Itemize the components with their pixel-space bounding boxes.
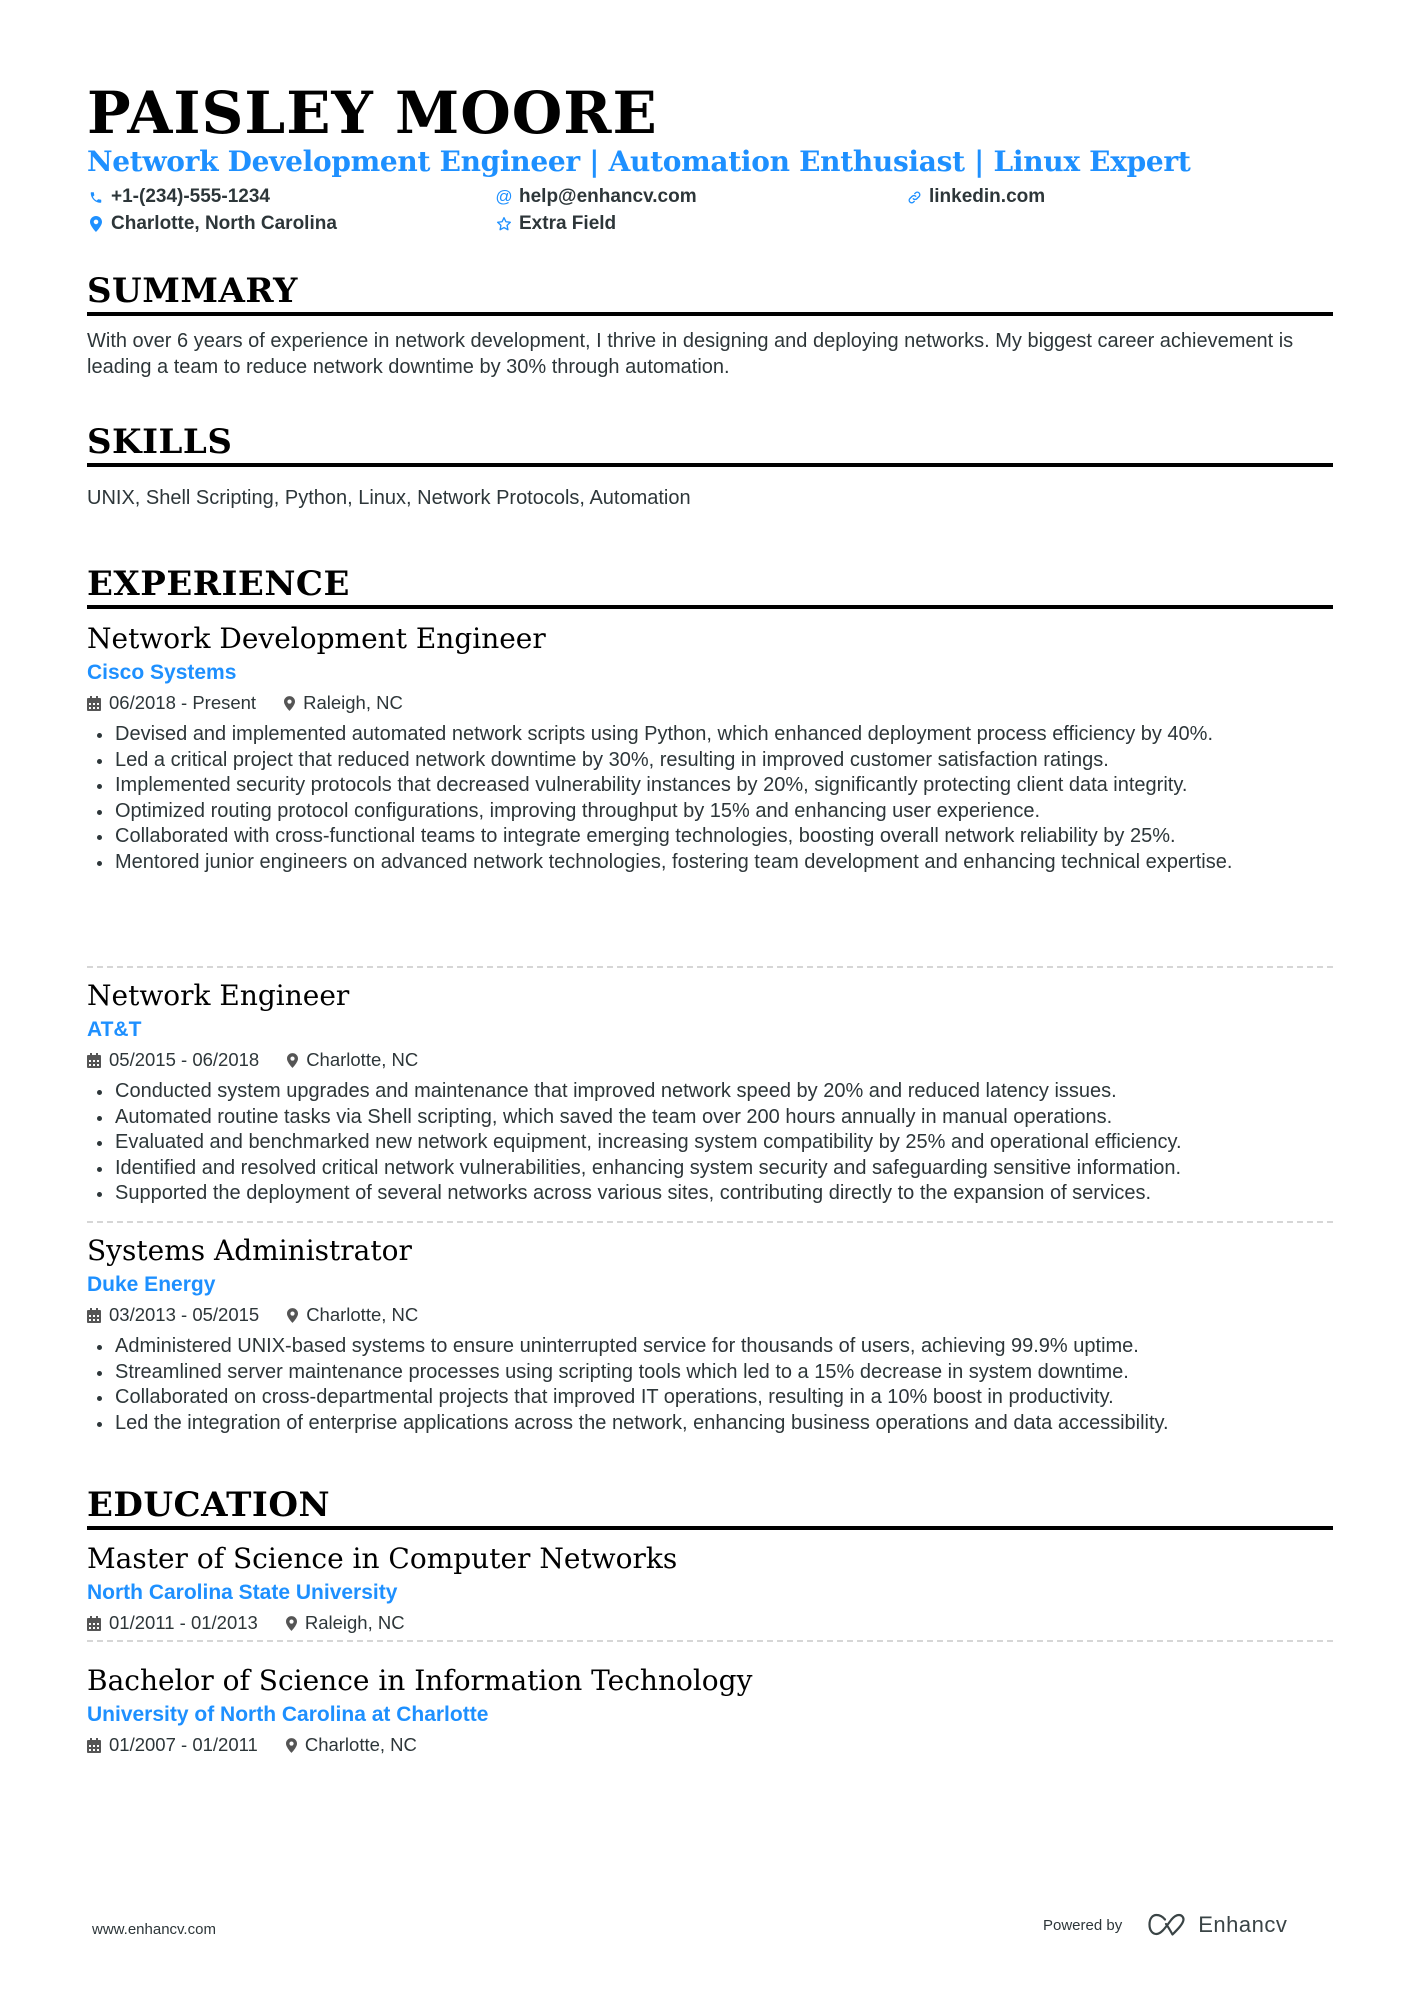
education-entry: Bachelor of Science in Information Techn… bbox=[87, 1662, 1333, 1760]
contact-email[interactable]: @ help@enhancv.com bbox=[495, 185, 697, 209]
contact-phone[interactable]: +1-(234)-555-1234 bbox=[87, 185, 270, 209]
website-text: linkedin.com bbox=[929, 186, 1046, 207]
bullet-item: Evaluated and benchmarked new network eq… bbox=[87, 1130, 1333, 1156]
calendar-icon bbox=[87, 1737, 101, 1753]
calendar-icon bbox=[87, 1615, 101, 1631]
candidate-name: PAISLEY MOORE bbox=[87, 79, 658, 147]
contact-location: Charlotte, North Carolina bbox=[87, 212, 337, 236]
footer-website-link[interactable]: www.enhancv.com bbox=[92, 1921, 216, 1938]
bullet-item: Optimized routing protocol configuration… bbox=[87, 799, 1333, 825]
calendar-icon bbox=[87, 1307, 101, 1323]
education-location: Raleigh, NC bbox=[304, 1612, 405, 1633]
experience-rule bbox=[87, 605, 1333, 609]
job-title: Network Development Engineer bbox=[87, 622, 546, 655]
job-bullets: Devised and implemented automated networ… bbox=[87, 722, 1333, 875]
experience-entry: Network Engineer AT&T 05/2015 - 06/2018 … bbox=[87, 977, 1333, 1207]
powered-by-badge[interactable]: Powered by Enhancv bbox=[1043, 1912, 1287, 1938]
bullet-item: Automated routine tasks via Shell script… bbox=[87, 1105, 1333, 1131]
summary-text: With over 6 years of experience in netwo… bbox=[87, 330, 1294, 378]
calendar-icon bbox=[87, 1052, 101, 1068]
entry-divider bbox=[87, 966, 1333, 968]
education-dates: 01/2011 - 01/2013 bbox=[109, 1612, 258, 1633]
entry-divider bbox=[87, 1221, 1333, 1223]
location-text: Charlotte, North Carolina bbox=[111, 213, 337, 234]
bullet-item: Streamlined server maintenance processes… bbox=[87, 1360, 1333, 1386]
phone-text: +1-(234)-555-1234 bbox=[111, 186, 270, 207]
phone-icon bbox=[87, 190, 105, 205]
map-pin-icon bbox=[287, 1307, 299, 1323]
school-name[interactable]: North Carolina State University bbox=[87, 1578, 1333, 1608]
email-text: help@enhancv.com bbox=[519, 186, 697, 207]
school-name[interactable]: University of North Carolina at Charlott… bbox=[87, 1700, 1333, 1730]
bullet-item: Supported the deployment of several netw… bbox=[87, 1181, 1333, 1207]
bullet-item: Mentored junior engineers on advanced ne… bbox=[87, 850, 1333, 876]
powered-by-label: Powered by bbox=[1043, 1916, 1123, 1934]
map-pin-icon bbox=[285, 1737, 297, 1753]
job-meta: 06/2018 - Present Raleigh, NC bbox=[87, 688, 1333, 718]
experience-entry: Systems Administrator Duke Energy 03/201… bbox=[87, 1232, 1333, 1436]
company-name[interactable]: Cisco Systems bbox=[87, 658, 1333, 688]
contact-extra: Extra Field bbox=[495, 212, 616, 236]
at-icon: @ bbox=[495, 187, 513, 206]
skills-rule bbox=[87, 463, 1333, 467]
link-icon bbox=[905, 190, 923, 205]
bullet-item: Collaborated with cross-functional teams… bbox=[87, 824, 1333, 850]
map-pin-icon bbox=[284, 695, 296, 711]
experience-entry: Network Development Engineer Cisco Syste… bbox=[87, 620, 1333, 875]
job-bullets: Conducted system upgrades and maintenanc… bbox=[87, 1079, 1333, 1207]
company-name[interactable]: AT&T bbox=[87, 1015, 1333, 1045]
summary-heading: SUMMARY bbox=[87, 271, 298, 311]
education-heading: EDUCATION bbox=[87, 1485, 331, 1525]
degree-title: Bachelor of Science in Information Techn… bbox=[87, 1664, 753, 1697]
bullet-item: Implemented security protocols that decr… bbox=[87, 773, 1333, 799]
education-meta: 01/2007 - 01/2011 Charlotte, NC bbox=[87, 1730, 1333, 1760]
contact-website[interactable]: linkedin.com bbox=[905, 185, 1045, 209]
enhancv-brand-name: Enhancv bbox=[1198, 1912, 1288, 1937]
bullet-item: Conducted system upgrades and maintenanc… bbox=[87, 1079, 1333, 1105]
job-dates: 03/2013 - 05/2015 bbox=[109, 1304, 260, 1325]
education-rule bbox=[87, 1526, 1333, 1530]
education-meta: 01/2011 - 01/2013 Raleigh, NC bbox=[87, 1608, 1333, 1638]
map-pin-icon bbox=[287, 1052, 299, 1068]
job-location: Raleigh, NC bbox=[303, 692, 403, 713]
map-pin-icon bbox=[285, 1615, 297, 1631]
calendar-icon bbox=[87, 695, 101, 711]
job-title: Systems Administrator bbox=[87, 1234, 412, 1267]
job-bullets: Administered UNIX-based systems to ensur… bbox=[87, 1334, 1333, 1436]
job-location: Charlotte, NC bbox=[306, 1049, 419, 1070]
bullet-item: Led the integration of enterprise applic… bbox=[87, 1411, 1333, 1437]
summary-rule bbox=[87, 312, 1333, 316]
company-name[interactable]: Duke Energy bbox=[87, 1270, 1333, 1300]
education-location: Charlotte, NC bbox=[304, 1734, 417, 1755]
job-meta: 05/2015 - 06/2018 Charlotte, NC bbox=[87, 1045, 1333, 1075]
bullet-item: Led a critical project that reduced netw… bbox=[87, 748, 1333, 774]
map-pin-icon bbox=[87, 216, 105, 232]
job-location: Charlotte, NC bbox=[306, 1304, 419, 1325]
bullet-item: Devised and implemented automated networ… bbox=[87, 722, 1333, 748]
extra-text: Extra Field bbox=[519, 213, 617, 234]
entry-divider bbox=[87, 1640, 1333, 1642]
job-dates: 06/2018 - Present bbox=[109, 692, 257, 713]
degree-title: Master of Science in Computer Networks bbox=[87, 1542, 678, 1575]
candidate-headline: Network Development Engineer | Automatio… bbox=[87, 145, 1191, 178]
job-dates: 05/2015 - 06/2018 bbox=[109, 1049, 260, 1070]
skills-text: UNIX, Shell Scripting, Python, Linux, Ne… bbox=[87, 487, 691, 509]
bullet-item: Identified and resolved critical network… bbox=[87, 1156, 1333, 1182]
job-title: Network Engineer bbox=[87, 979, 350, 1012]
enhancv-logo-icon bbox=[1148, 1913, 1190, 1937]
skills-heading: SKILLS bbox=[87, 422, 233, 462]
experience-heading: EXPERIENCE bbox=[87, 564, 350, 604]
education-entry: Master of Science in Computer Networks N… bbox=[87, 1540, 1333, 1638]
job-meta: 03/2013 - 05/2015 Charlotte, NC bbox=[87, 1300, 1333, 1330]
bullet-item: Collaborated on cross-departmental proje… bbox=[87, 1385, 1333, 1411]
bullet-item: Administered UNIX-based systems to ensur… bbox=[87, 1334, 1333, 1360]
star-icon bbox=[495, 216, 513, 232]
education-dates: 01/2007 - 01/2011 bbox=[109, 1734, 258, 1755]
